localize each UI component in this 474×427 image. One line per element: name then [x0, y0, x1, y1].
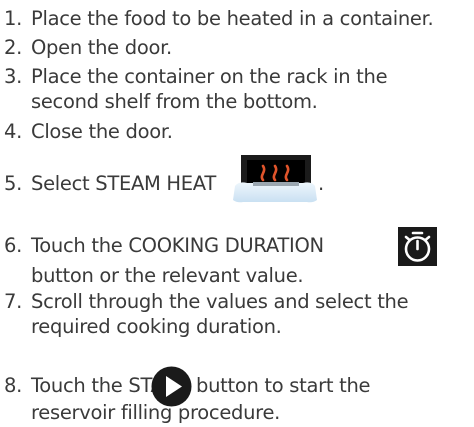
- step-text-line-2: second shelf from the bottom.: [31, 90, 318, 113]
- step-number: 6.: [4, 234, 23, 257]
- step-text: Open the door.: [31, 36, 172, 59]
- step-text: Close the door.: [31, 120, 173, 143]
- step-text-line-2: button or the relevant value.: [31, 264, 304, 287]
- step-number: 1.: [4, 7, 23, 30]
- step-text: Select STEAM HEAT: [31, 172, 216, 195]
- step-text-line-2: required cooking duration.: [31, 315, 282, 338]
- step-text-line-1: Place the container on the rack in the: [31, 65, 388, 88]
- step-number: 3.: [4, 65, 23, 88]
- step-text-line-2: reservoir filling procedure.: [31, 401, 281, 424]
- step-text-line-1: Scroll through the values and select the: [31, 290, 409, 313]
- step-number: 5.: [4, 172, 23, 195]
- step-number: 4.: [4, 120, 23, 143]
- step-text: Touch the COOKING DURATION: [31, 234, 324, 257]
- step-number: 7.: [4, 290, 23, 313]
- step-text-after: .: [318, 172, 324, 195]
- stopwatch-icon[interactable]: [398, 227, 437, 266]
- steam-heat-icon: [233, 153, 317, 203]
- step-number: 8.: [4, 374, 23, 397]
- step-text: Place the food to be heated in a contain…: [31, 7, 434, 30]
- step-number: 2.: [4, 36, 23, 59]
- step-text-after: button to start the: [196, 374, 371, 397]
